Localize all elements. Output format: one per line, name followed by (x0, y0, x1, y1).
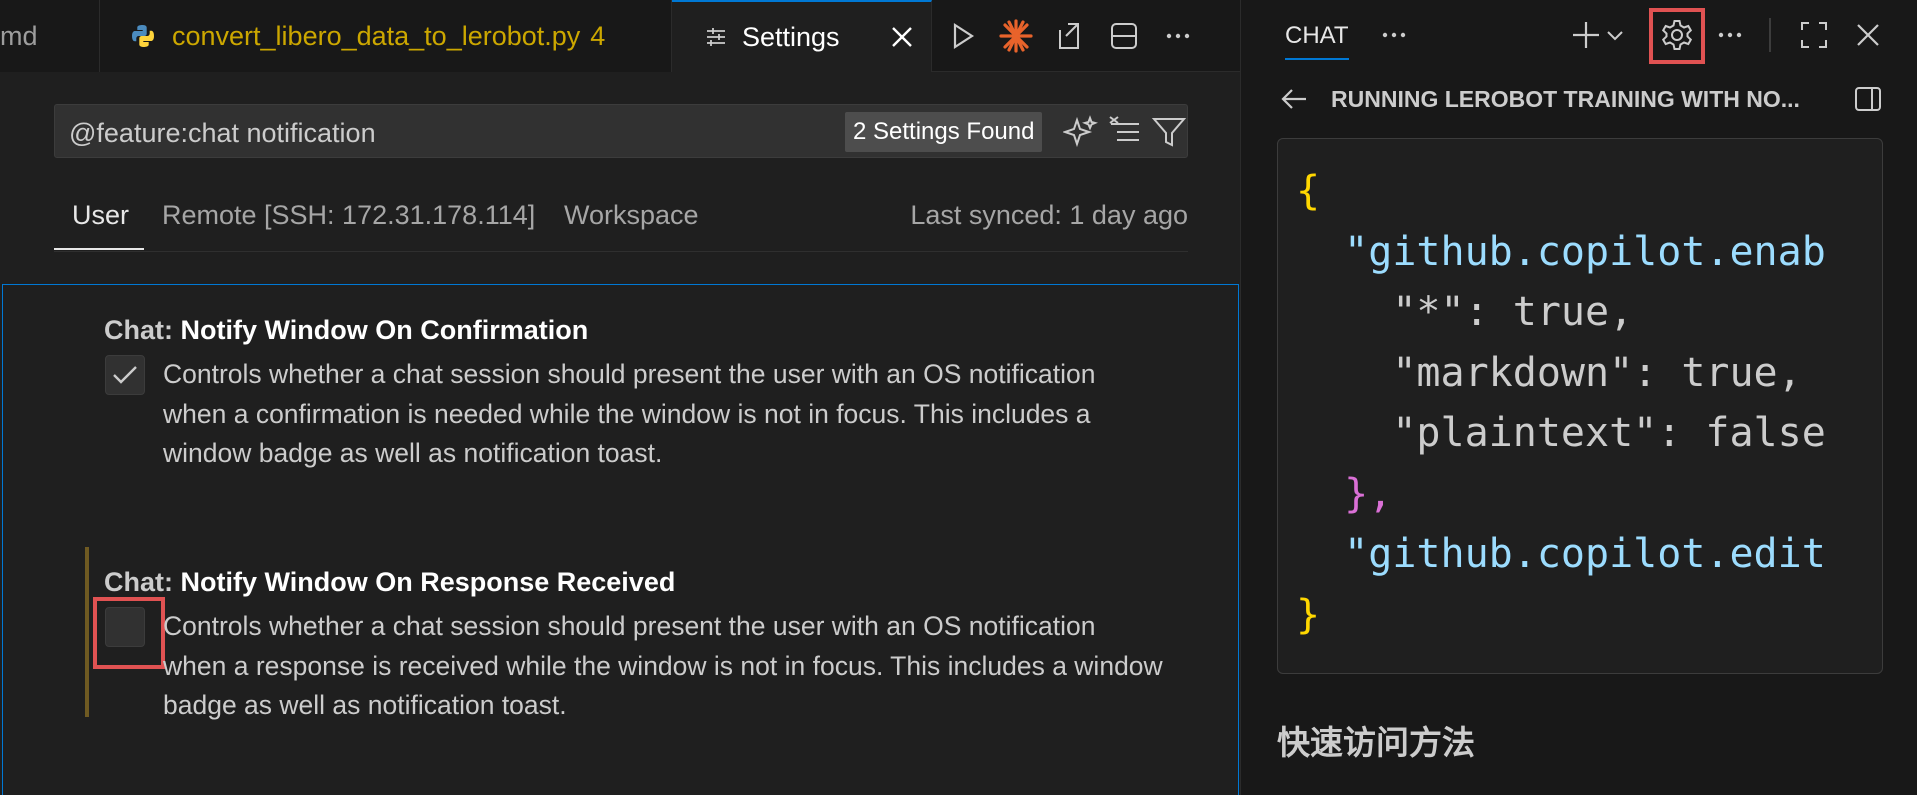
scope-tab-remote[interactable]: Remote [SSH: 172.31.178.114] (162, 200, 535, 231)
open-changes-icon (1059, 23, 1079, 49)
results-count-badge: 2 Settings Found (845, 112, 1043, 152)
plus-icon (1573, 22, 1599, 48)
scope-tab-workspace[interactable]: Workspace (564, 200, 699, 231)
gear-highlight-box (1649, 8, 1705, 64)
setting-category: Chat: (104, 315, 181, 345)
open-changes-button[interactable] (1043, 9, 1097, 63)
search-query: @feature:chat notification (69, 118, 376, 148)
tab-settings[interactable]: Settings (672, 0, 932, 72)
header-separator (1769, 18, 1771, 52)
setting-checkbox[interactable] (105, 355, 145, 395)
settings-scope-tabs: User Remote [SSH: 172.31.178.114] Worksp… (54, 196, 1188, 252)
close-panel-button[interactable] (1849, 16, 1887, 54)
code-line-entry: "plaintext": false (1296, 410, 1826, 456)
code-block[interactable]: { "github.copilot.enab "*": true, "markd… (1277, 138, 1883, 674)
chat-header: CHAT (1241, 0, 1917, 70)
checkbox-highlight-box (93, 597, 165, 669)
chevron-down-icon (1607, 31, 1623, 41)
settings-sliders-icon (707, 28, 725, 46)
chat-views-menu-button[interactable] (1375, 16, 1413, 54)
tab-python-file[interactable]: convert_libero_data_to_lerobot.py 4 (100, 0, 672, 72)
more-actions-button[interactable] (1151, 9, 1205, 63)
filter-icon[interactable] (1151, 114, 1187, 150)
clear-filter-icon[interactable] (1107, 114, 1143, 150)
spark-button[interactable] (989, 9, 1043, 63)
problems-count-badge: 4 (590, 20, 606, 51)
sparkle-filter-icon[interactable] (1063, 114, 1099, 150)
code-line: "github.copilot.enab (1296, 228, 1826, 275)
maximize-icon (1801, 22, 1827, 48)
last-synced-status[interactable]: Last synced: 1 day ago (910, 200, 1188, 231)
code-line: } (1296, 591, 1321, 638)
setting-name: Notify Window On Response Received (180, 567, 676, 597)
settings-editor: md convert_libero_data_to_lerobot.py 4 S… (0, 0, 1240, 795)
split-editor-icon (1111, 23, 1137, 49)
close-icon (1857, 24, 1879, 46)
chat-panel-title[interactable]: CHAT (1285, 22, 1349, 50)
active-view-indicator (1285, 58, 1349, 60)
scope-tab-user[interactable]: User (72, 200, 129, 231)
conversation-bar: RUNNING LEROBOT TRAINING WITH NO... (1241, 74, 1917, 126)
run-icon (953, 22, 975, 50)
modified-indicator (85, 547, 89, 717)
tab-python-label: convert_libero_data_to_lerobot.py (172, 20, 581, 51)
tab-md-label: md (0, 20, 38, 51)
code-line: "github.copilot.edit (1296, 531, 1826, 577)
back-button[interactable] (1275, 80, 1313, 118)
setting-category: Chat: (104, 567, 181, 597)
new-chat-button[interactable] (1567, 16, 1605, 54)
tab-settings-label: Settings (742, 21, 840, 52)
sidebar-toggle-icon (1855, 87, 1881, 111)
code-line: }, (1296, 470, 1393, 517)
chat-panel: CHAT RUNNING LEROBOT TRAINING WITH NO...… (1240, 0, 1917, 795)
more-icon (1718, 32, 1742, 38)
maximize-button[interactable] (1795, 16, 1833, 54)
back-arrow-icon (1281, 89, 1306, 109)
more-icon (1382, 32, 1406, 38)
run-button[interactable] (935, 9, 989, 63)
code-line-entry: "markdown": true, (1296, 349, 1802, 396)
code-content: { "github.copilot.enab "*": true, "markd… (1296, 161, 1826, 645)
code-line-entry: "*": true, (1296, 289, 1634, 335)
setting-title: Chat: Notify Window On Response Received (104, 567, 675, 598)
chat-more-button[interactable] (1711, 16, 1749, 54)
spark-icon (999, 19, 1033, 53)
setting-description: Controls whether a chat session should p… (163, 359, 1096, 468)
code-line-entry: "*": true, (1296, 289, 1633, 335)
checkmark-icon (113, 366, 137, 384)
setting-name: Notify Window On Confirmation (180, 315, 589, 345)
settings-list: Chat: Notify Window On Confirmation Cont… (2, 284, 1239, 795)
active-scope-indicator (54, 248, 144, 250)
section-heading: 快速访问方法 (1277, 724, 1475, 761)
code-line: { (1296, 168, 1321, 214)
toggle-sidebar-button[interactable] (1849, 80, 1887, 118)
conversation-title: RUNNING LEROBOT TRAINING WITH NO... (1331, 86, 1800, 112)
setting-title: Chat: Notify Window On Confirmation (104, 315, 588, 346)
more-icon (1166, 33, 1190, 39)
editor-actions (935, 0, 1205, 72)
python-icon (132, 25, 154, 47)
tab-md-file[interactable]: md (0, 0, 100, 72)
split-editor-button[interactable] (1097, 9, 1151, 63)
settings-search-input[interactable]: @feature:chat notification 2 Settings Fo… (54, 104, 1188, 158)
editor-tab-bar: md convert_libero_data_to_lerobot.py 4 S… (0, 0, 1240, 72)
close-icon[interactable] (887, 22, 917, 52)
setting-description: Controls whether a chat session should p… (163, 611, 1163, 720)
new-chat-dropdown[interactable] (1603, 16, 1627, 54)
